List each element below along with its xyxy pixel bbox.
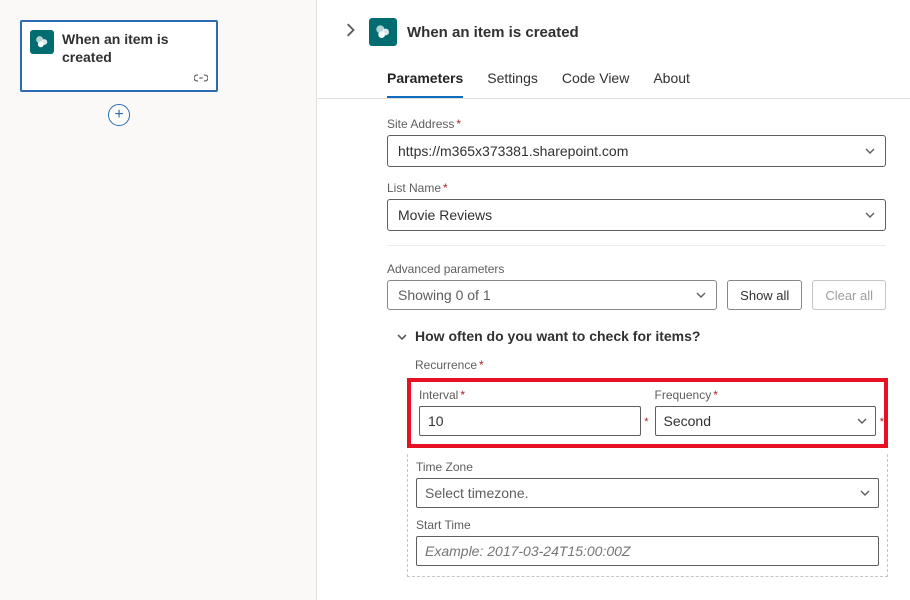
- tab-settings[interactable]: Settings: [487, 70, 538, 98]
- list-name-label: List Name*: [387, 181, 886, 195]
- sharepoint-icon: [369, 18, 397, 46]
- tab-code-view[interactable]: Code View: [562, 70, 629, 98]
- start-time-label: Start Time: [416, 518, 879, 532]
- show-all-button[interactable]: Show all: [727, 280, 802, 310]
- tab-about[interactable]: About: [653, 70, 690, 98]
- interval-frequency-row: Interval* * Frequency* Second *: [419, 388, 876, 436]
- add-step-button[interactable]: +: [108, 104, 130, 126]
- panel-header: When an item is created: [317, 0, 910, 54]
- timezone-label: Time Zone: [416, 460, 879, 474]
- required-indicator: *: [880, 416, 884, 428]
- parameters-form: Site Address* https://m365x373381.sharep…: [317, 99, 910, 577]
- required-indicator: *: [713, 388, 718, 402]
- frequency-label: Frequency*: [655, 388, 877, 402]
- chevron-down-icon: [865, 209, 875, 221]
- highlighted-region: Interval* * Frequency* Second *: [407, 378, 888, 448]
- advanced-summary: Showing 0 of 1: [398, 287, 491, 303]
- add-step-row: +: [20, 104, 218, 126]
- flow-canvas: When an item is created +: [0, 0, 316, 600]
- start-time-input[interactable]: [416, 536, 879, 566]
- tab-bar: Parameters Settings Code View About: [317, 54, 910, 99]
- chevron-down-icon: [857, 415, 867, 427]
- advanced-parameters-select[interactable]: Showing 0 of 1: [387, 280, 717, 310]
- connection-icon: [194, 72, 208, 86]
- chevron-down-icon: [865, 145, 875, 157]
- clear-all-button: Clear all: [812, 280, 886, 310]
- interval-input[interactable]: [419, 406, 641, 436]
- list-name-value: Movie Reviews: [398, 207, 492, 223]
- required-indicator: *: [460, 388, 465, 402]
- site-address-value: https://m365x373381.sharepoint.com: [398, 143, 628, 159]
- panel-title: When an item is created: [407, 24, 579, 41]
- sharepoint-icon: [30, 30, 54, 54]
- frequency-col: Frequency* Second *: [655, 388, 877, 436]
- site-address-label: Site Address*: [387, 117, 886, 131]
- tab-parameters[interactable]: Parameters: [387, 70, 463, 98]
- advanced-parameters-row: Advanced parameters Showing 0 of 1 Show …: [387, 262, 886, 310]
- config-panel: When an item is created Parameters Setti…: [316, 0, 910, 600]
- site-address-select[interactable]: https://m365x373381.sharepoint.com: [387, 135, 886, 167]
- node-footer: [22, 72, 216, 90]
- frequency-select[interactable]: Second: [655, 406, 877, 436]
- node-header: When an item is created: [22, 22, 216, 72]
- frequency-value: Second: [664, 413, 711, 429]
- trigger-node[interactable]: When an item is created: [20, 20, 218, 92]
- recurrence-group: Recurrence* Interval* * Frequency*: [415, 358, 886, 577]
- required-indicator: *: [644, 416, 648, 428]
- advanced-label: Advanced parameters: [387, 262, 717, 276]
- recurrence-section-toggle[interactable]: How often do you want to check for items…: [397, 328, 886, 344]
- chevron-down-icon: [696, 289, 706, 301]
- chevron-down-icon: [397, 329, 407, 343]
- node-title: When an item is created: [62, 30, 208, 66]
- required-indicator: *: [479, 358, 484, 372]
- section-title: How often do you want to check for items…: [415, 328, 700, 344]
- chevron-down-icon: [860, 487, 870, 499]
- divider: [387, 245, 886, 246]
- interval-label: Interval*: [419, 388, 641, 402]
- optional-fields-group: Time Zone Select timezone. Start Time: [407, 454, 888, 577]
- advanced-select-wrap: Advanced parameters Showing 0 of 1: [387, 262, 717, 310]
- interval-col: Interval* *: [419, 388, 641, 436]
- timezone-value: Select timezone.: [425, 485, 529, 501]
- required-indicator: *: [443, 181, 448, 195]
- timezone-select[interactable]: Select timezone.: [416, 478, 879, 508]
- list-name-select[interactable]: Movie Reviews: [387, 199, 886, 231]
- required-indicator: *: [456, 117, 461, 131]
- recurrence-label: Recurrence*: [415, 358, 886, 372]
- collapse-chevron-icon[interactable]: [341, 23, 359, 42]
